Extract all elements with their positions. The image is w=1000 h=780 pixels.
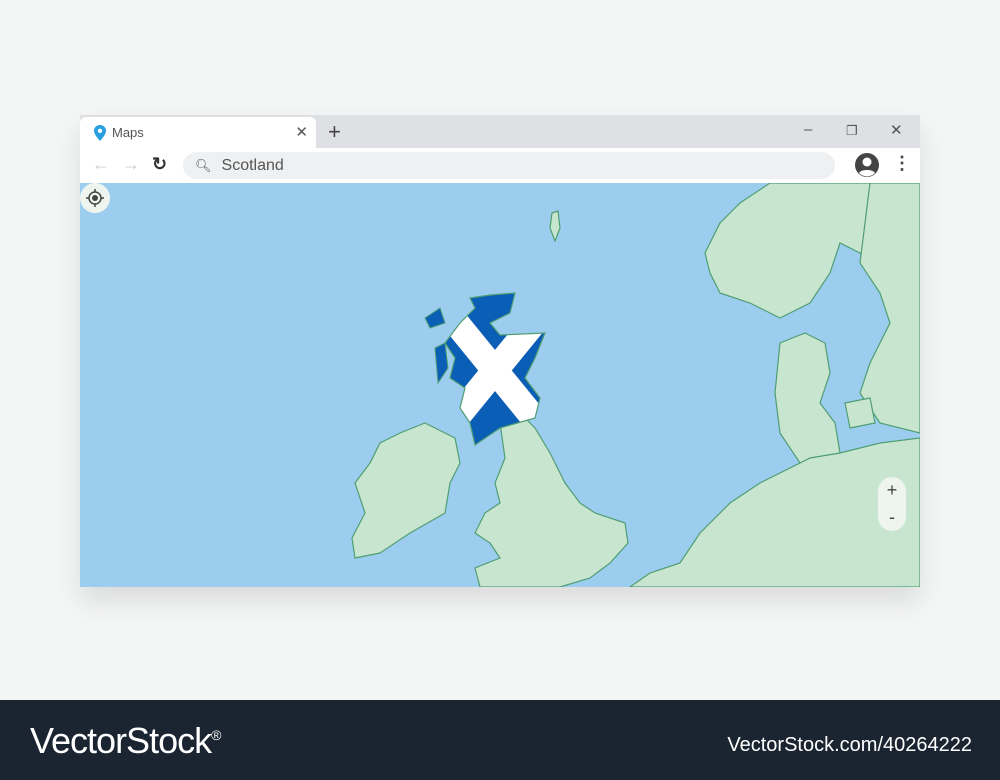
- scotland-flag[interactable]: [430, 283, 560, 453]
- zoom-control: + -: [878, 477, 906, 531]
- land-ireland: [351, 422, 461, 559]
- back-icon[interactable]: ←: [92, 154, 110, 175]
- forward-icon[interactable]: →: [122, 154, 140, 175]
- land-continent: [628, 437, 920, 587]
- search-input[interactable]: 🔍︎ Scotland: [183, 152, 835, 179]
- close-window-icon[interactable]: ✕: [890, 121, 903, 139]
- land-zealand: [844, 397, 876, 429]
- brand-logo: VectorStock®: [30, 720, 221, 761]
- tab-maps[interactable]: Maps ✕: [80, 117, 316, 148]
- search-icon: 🔍︎: [195, 157, 212, 173]
- menu-icon[interactable]: ⋮: [893, 153, 911, 174]
- tab-title: Maps: [112, 125, 144, 140]
- footer-banner: VectorStock® VectorStock.com/40264222: [0, 700, 1000, 780]
- close-tab-icon[interactable]: ✕: [295, 123, 308, 141]
- map-pin-icon: [94, 124, 106, 141]
- reload-icon[interactable]: ↻: [152, 154, 167, 175]
- search-value: Scotland: [221, 156, 284, 174]
- address-bar: ← → ↻ 🔍︎ Scotland ⋮: [80, 148, 920, 183]
- map-canvas: [351, 183, 920, 587]
- zoom-out-button[interactable]: -: [878, 504, 906, 531]
- browser-window: Maps ✕ + – ❐ ✕ ← → ↻ 🔍︎ Scotland ⋮ + -: [80, 115, 920, 587]
- land-england: [474, 412, 629, 587]
- new-tab-button[interactable]: +: [328, 119, 341, 145]
- land-hebrides: [424, 307, 449, 385]
- image-id: VectorStock.com/40264222: [727, 734, 972, 756]
- tab-bar: Maps ✕ + – ❐ ✕: [80, 115, 920, 148]
- profile-avatar-icon[interactable]: [854, 152, 880, 178]
- land-denmark: [774, 332, 841, 464]
- my-location-icon[interactable]: [80, 183, 110, 213]
- land-shetland: [549, 210, 561, 243]
- map-view[interactable]: + -: [80, 183, 920, 587]
- minimize-icon[interactable]: –: [804, 121, 812, 138]
- land-sweden: [859, 183, 920, 434]
- restore-icon[interactable]: ❐: [846, 123, 858, 139]
- zoom-in-button[interactable]: +: [878, 477, 906, 504]
